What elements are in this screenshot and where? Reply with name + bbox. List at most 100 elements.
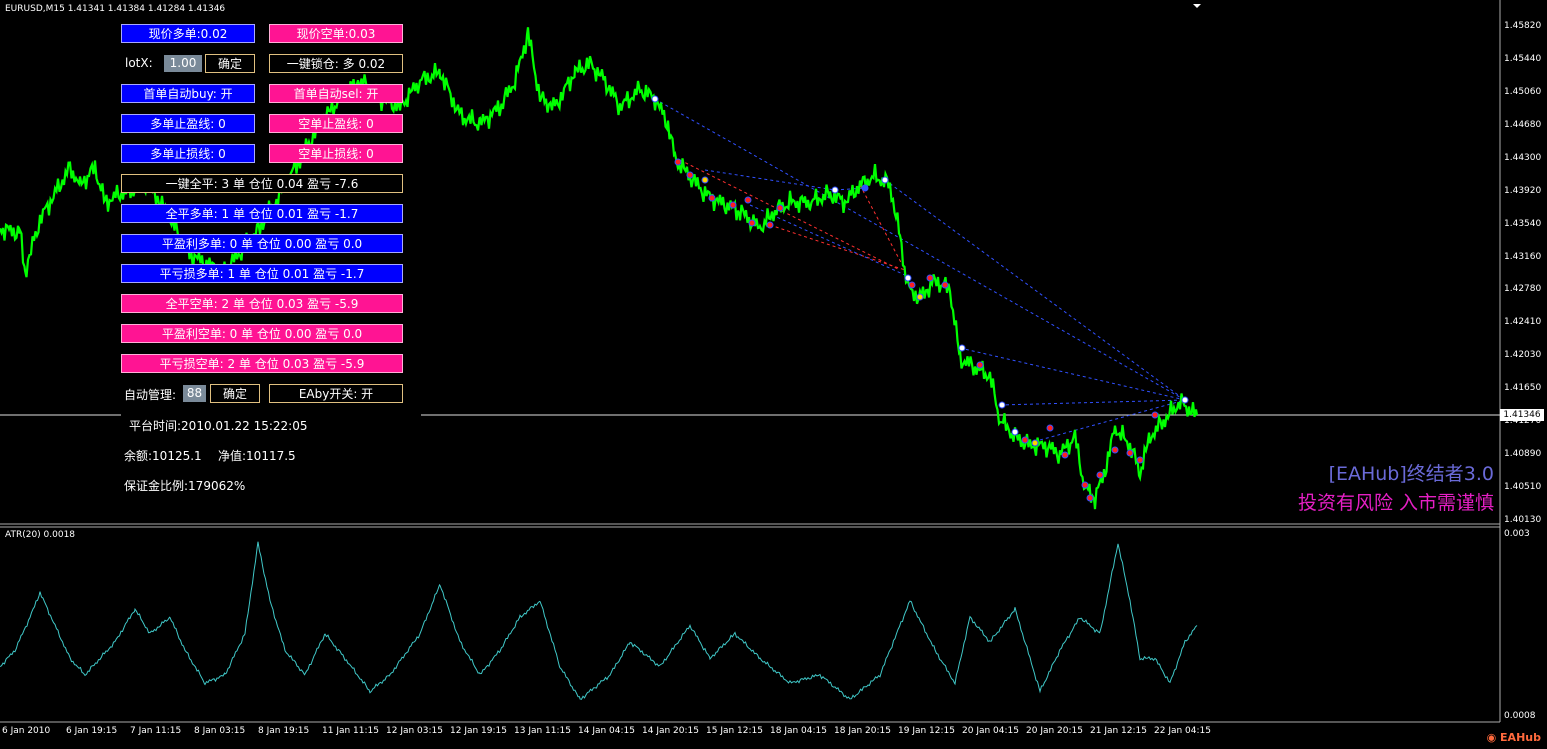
sell-now-button[interactable]: 现价空单:0.03 [269, 24, 403, 43]
trade-marker[interactable] [729, 201, 737, 209]
trade-marker[interactable] [1151, 411, 1159, 419]
trade-marker[interactable] [1081, 481, 1089, 489]
price-axis-label: 1.43920 [1504, 185, 1542, 196]
trade-marker[interactable] [776, 204, 784, 212]
auto-mgmt-label: 自动管理: [124, 388, 177, 402]
price-axis-label: 1.45820 [1504, 21, 1542, 31]
time-axis-label: 18 Jan 20:15 [834, 726, 891, 736]
time-axis-label: 8 Jan 19:15 [258, 726, 310, 736]
price-chart[interactable] [0, 0, 1547, 749]
balance: 余额:10125.1 [124, 449, 202, 463]
current-price-tag: 1.41346 [1500, 409, 1544, 421]
trade-marker[interactable] [748, 219, 756, 227]
platform-time: 平台时间:2010.01.22 15:22:05 [129, 419, 308, 433]
trade-marker[interactable] [1111, 446, 1119, 454]
time-axis-label: 21 Jan 12:15 [1090, 726, 1147, 736]
time-axis-label: 20 Jan 20:15 [1026, 726, 1083, 736]
trade-marker[interactable] [861, 184, 869, 192]
trade-marker[interactable] [701, 176, 709, 184]
trade-marker[interactable] [958, 344, 966, 352]
trade-marker[interactable] [651, 95, 659, 103]
trade-marker[interactable] [916, 293, 924, 301]
close-all-button[interactable]: 一键全平: 3 单 仓位 0.04 盈亏 -7.6 [121, 174, 403, 193]
time-axis-label: 22 Jan 04:15 [1154, 726, 1211, 736]
trade-marker[interactable] [1031, 439, 1039, 447]
margin-ratio: 保证金比例:179062% [124, 479, 246, 493]
time-axis-label: 14 Jan 04:15 [578, 726, 635, 736]
atr-axis-top: 0.003 [1504, 529, 1530, 539]
price-axis-label: 1.40510 [1504, 482, 1542, 493]
auto-mgmt-input[interactable]: 88 [183, 385, 206, 402]
price-axis-label: 1.40890 [1504, 449, 1542, 460]
equity: 净值:10117.5 [218, 449, 296, 463]
symbol-header: EURUSD,M15 1.41341 1.41384 1.41284 1.413… [5, 4, 226, 14]
eaby-toggle[interactable]: EAby开关: 开 [269, 384, 403, 403]
trade-marker[interactable] [941, 281, 949, 289]
trade-marker[interactable] [744, 196, 752, 204]
time-axis-label: 14 Jan 20:15 [642, 726, 699, 736]
buy-take-profit-button[interactable]: 多单止盈线: 0 [121, 114, 255, 133]
time-axis-label: 12 Jan 03:15 [386, 726, 443, 736]
time-axis-label: 19 Jan 12:15 [898, 726, 955, 736]
close-sell-button[interactable]: 全平空单: 2 单 仓位 0.03 盈亏 -5.9 [121, 294, 403, 313]
trade-marker[interactable] [831, 186, 839, 194]
trade-marker[interactable] [674, 158, 682, 166]
lot-confirm-button[interactable]: 确定 [205, 54, 255, 73]
trade-marker[interactable] [881, 176, 889, 184]
trade-marker[interactable] [908, 281, 916, 289]
time-axis-label: 12 Jan 19:15 [450, 726, 507, 736]
trade-marker[interactable] [998, 401, 1006, 409]
close-sell-loss-button[interactable]: 平亏损空单: 2 单 仓位 0.03 盈亏 -5.9 [121, 354, 403, 373]
trade-marker[interactable] [1086, 494, 1094, 502]
buy-stop-loss-button[interactable]: 多单止损线: 0 [121, 144, 255, 163]
buy-now-button[interactable]: 现价多单:0.02 [121, 24, 255, 43]
watermark-warning: 投资有风险 入市需谨慎 [1297, 492, 1494, 514]
price-axis-label: 1.43160 [1504, 251, 1542, 262]
close-sell-profit-button[interactable]: 平盈利空单: 0 单 仓位 0.00 盈亏 0.0 [121, 324, 403, 343]
trade-marker[interactable] [1126, 449, 1134, 457]
time-axis-label: 13 Jan 11:15 [514, 726, 571, 736]
lock-button[interactable]: 一键锁仓: 多 0.02 [269, 54, 403, 73]
lot-input[interactable]: 1.00 [164, 55, 202, 72]
time-axis-label: 18 Jan 04:15 [770, 726, 827, 736]
price-axis-label: 1.41650 [1504, 383, 1542, 394]
trade-marker[interactable] [686, 171, 694, 179]
time-axis-label: 11 Jan 11:15 [322, 726, 379, 736]
price-axis-label: 1.42780 [1504, 284, 1542, 295]
atr-axis-bottom: 0.0008 [1504, 711, 1536, 721]
time-axis-label: 20 Jan 04:15 [962, 726, 1019, 736]
time-axis-label: 7 Jan 11:15 [130, 726, 182, 736]
auto-mgmt-confirm-button[interactable]: 确定 [210, 384, 260, 403]
price-axis-label: 1.43540 [1504, 218, 1542, 229]
mt4-chart-window: EURUSD,M15 1.41341 1.41384 1.41284 1.413… [0, 0, 1547, 749]
price-axis-label: 1.45440 [1504, 53, 1542, 64]
logo-text: EAHub [1500, 731, 1541, 744]
close-buy-profit-button[interactable]: 平盈利多单: 0 单 仓位 0.00 盈亏 0.0 [121, 234, 403, 253]
time-axis-label: 6 Jan 2010 [2, 726, 51, 736]
trade-marker[interactable] [926, 274, 934, 282]
trade-marker[interactable] [1181, 396, 1189, 404]
auto-sell-toggle[interactable]: 首单自动sel: 开 [269, 84, 403, 103]
trade-marker[interactable] [1061, 451, 1069, 459]
sell-stop-loss-button[interactable]: 空单止损线: 0 [269, 144, 403, 163]
trade-marker[interactable] [904, 274, 912, 282]
time-axis-label: 8 Jan 03:15 [194, 726, 246, 736]
eahub-logo: ◉ EAHub [1487, 731, 1541, 744]
price-axis-label: 1.45060 [1504, 86, 1542, 97]
trade-marker[interactable] [1046, 424, 1054, 432]
trade-marker[interactable] [766, 221, 774, 229]
sell-take-profit-button[interactable]: 空单止盈线: 0 [269, 114, 403, 133]
trade-marker[interactable] [976, 361, 984, 369]
time-axis-label: 6 Jan 19:15 [66, 726, 118, 736]
lot-label: lotX: [125, 56, 153, 70]
price-axis-label: 1.40130 [1504, 515, 1542, 525]
trade-marker[interactable] [1021, 436, 1029, 444]
price-axis-label: 1.44300 [1504, 152, 1542, 163]
trade-marker[interactable] [708, 194, 716, 202]
trade-marker[interactable] [1011, 428, 1019, 436]
trade-marker[interactable] [1136, 456, 1144, 464]
close-buy-loss-button[interactable]: 平亏损多单: 1 单 仓位 0.01 盈亏 -1.7 [121, 264, 403, 283]
auto-buy-toggle[interactable]: 首单自动buy: 开 [121, 84, 255, 103]
trade-marker[interactable] [1096, 471, 1104, 479]
close-buy-button[interactable]: 全平多单: 1 单 仓位 0.01 盈亏 -1.7 [121, 204, 403, 223]
